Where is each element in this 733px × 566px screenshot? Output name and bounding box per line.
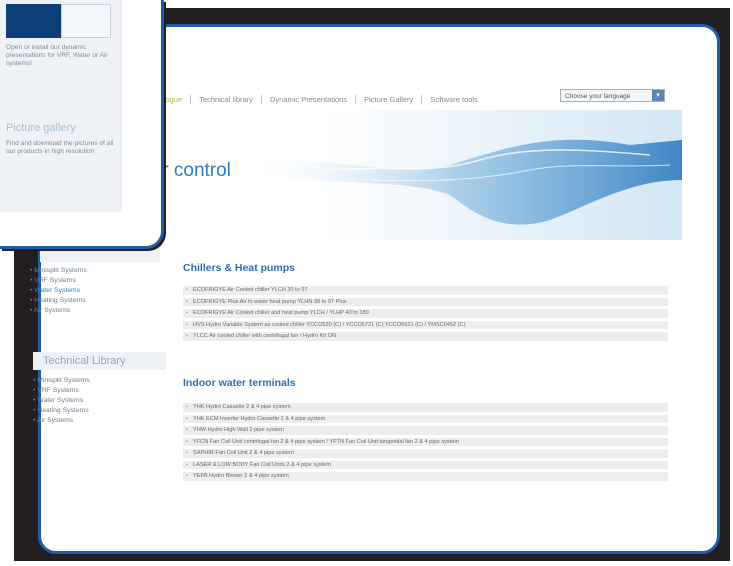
systems-menu: • Minisplit Systems • VRF Systems • Wate… (30, 266, 87, 316)
sidebar-item-heating[interactable]: • Heating Systems (30, 296, 87, 306)
list-item[interactable]: YHK ECM Inverter Hydro Cassette 2 & 4 pi… (183, 414, 668, 423)
sidebar-item-minisplit[interactable]: • Minisplit Systems (30, 266, 87, 276)
sidebar-item-water[interactable]: • Water Systems (30, 286, 87, 296)
overlay-picture-gallery-text: Find and download the pictures of all ou… (6, 140, 114, 155)
sidebar-item-air[interactable]: • Air Systems (30, 306, 87, 316)
tech-item-heating[interactable]: • Heating Systems (33, 406, 90, 416)
list-item[interactable]: YLCC Air cooled chiller with centrifugal… (183, 332, 668, 341)
overlay-presentations-text: Open or install our dynamic presentation… (6, 44, 108, 67)
overlay-picture-gallery-title[interactable]: Picture gallery (6, 122, 76, 134)
nav-picture-gallery[interactable]: Picture Gallery (356, 94, 423, 104)
indoor-terminals-list: YHK Hydro Cassette 2 & 4 pipe system YHK… (183, 403, 668, 484)
list-item[interactable]: HVS Hydro Variable System air cooled chi… (183, 320, 668, 329)
list-item[interactable]: ECOFRIGYE Air Cooled chiller YLCH 30 to … (183, 286, 668, 295)
presentation-thumbnail[interactable] (6, 4, 61, 38)
list-item[interactable]: YEFB Hydro Blower 2 & 4 pipe system (183, 472, 668, 481)
overlay-sidebar: Open or install our dynamic presentation… (0, 0, 122, 212)
overlay-screenshot: Open or install our dynamic presentation… (0, 0, 164, 249)
nav-dynamic-presentations[interactable]: Dynamic Presentations (262, 94, 357, 104)
nav-software-tools[interactable]: Software tools (422, 95, 486, 104)
dropdown-arrow-icon[interactable]: ▾ (652, 90, 664, 101)
sidebar-item-vrf[interactable]: • VRF Systems (30, 276, 87, 286)
nav-technical-library[interactable]: Technical library (191, 94, 262, 104)
list-item[interactable]: SAPHIR Fan Coil Unit 2 & 4 pipe system (183, 449, 668, 458)
tech-item-air[interactable]: • Air Systems (33, 416, 90, 426)
tech-item-water[interactable]: • Water Systems (33, 396, 90, 406)
list-item[interactable]: ECOFRIGYE Air Cooled chiller and heat pu… (183, 309, 668, 318)
list-item[interactable]: YFCN Fan Coil Unit centrifugal fan 2 & 4… (183, 437, 668, 446)
tech-item-vrf[interactable]: • VRF Systems (33, 386, 90, 396)
technical-library-heading: Technical Library (33, 352, 166, 370)
list-item[interactable]: ECOFRIGYE Plus Air to water heat pump YL… (183, 297, 668, 306)
list-item[interactable]: YHK Hydro Cassette 2 & 4 pipe system (183, 403, 668, 412)
section-title-chillers: Chillers & Heat pumps (183, 262, 296, 274)
main-nav: Catalogue Technical library Dynamic Pres… (140, 90, 486, 108)
chillers-list: ECOFRIGYE Air Cooled chiller YLCH 30 to … (183, 286, 668, 344)
language-label: Choose your language (565, 93, 631, 100)
section-title-indoor-terminals: Indoor water terminals (183, 377, 296, 389)
technical-library-menu: • Minisplit Systems • VRF Systems • Wate… (33, 376, 90, 426)
language-select[interactable]: Choose your language ▾ (560, 89, 665, 102)
list-item[interactable]: LASER & LOW BODY Fan Coil Units 2 & 4 pi… (183, 460, 668, 469)
presentation-thumbnail-secondary[interactable] (61, 4, 111, 38)
list-item[interactable]: YHW Hydro High Wall 2 pipe system (183, 426, 668, 435)
tech-item-minisplit[interactable]: • Minisplit Systems (33, 376, 90, 386)
